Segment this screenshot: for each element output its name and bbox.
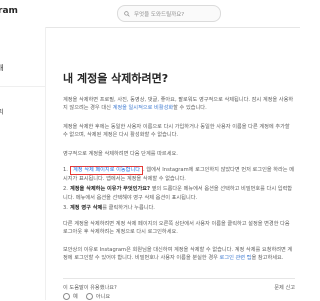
second-paragraph: 계정을 삭제한 후에는 동일한 사용자 이름으로 다시 가입하거나 동일한 사용… xyxy=(63,124,290,139)
report-problem-link[interactable]: 문제 신고 xyxy=(274,284,295,291)
radio-yes-icon[interactable] xyxy=(63,293,70,300)
step-2-bold: 계정을 삭제하는 이유가 무엇인가요? xyxy=(70,186,151,193)
security-tail: 을 참고하세요. xyxy=(251,255,284,262)
steps-list: 1. 계정 삭제 페이지로 이동합니다. 웹에서 Instagram에 로그인하지… xyxy=(63,166,295,213)
feedback-no[interactable]: 아니요 xyxy=(85,293,111,300)
feedback-yes[interactable]: 예 xyxy=(63,293,78,300)
nav-item[interactable]: 리 xyxy=(0,107,4,116)
deactivate-link[interactable]: 계정을 일시적으로 비활성화 xyxy=(113,105,174,111)
page-title: 내 계정을 삭제하려면? xyxy=(63,72,169,85)
nav-divider xyxy=(0,86,45,87)
left-nav: 개 리 xyxy=(0,27,46,300)
intro-tail: 할 수 있습니다. xyxy=(173,105,207,112)
feedback-yes-label: 예 xyxy=(73,294,78,300)
radio-no-icon[interactable] xyxy=(85,293,93,300)
step-1: 1. 계정 삭제 페이지로 이동합니다. 웹에서 Instagram에 로그인하지… xyxy=(63,166,294,182)
feedback-question: 이 도움말이 유용했나요? xyxy=(63,285,117,291)
nav-back-item[interactable]: 개 xyxy=(0,63,3,73)
instagram-logo[interactable]: ram xyxy=(0,6,18,16)
other-account-paragraph: 다른 계정을 삭제하려면 계정 삭제 페이지의 오른쪽 상단에서 사용자 이름을… xyxy=(63,221,290,236)
delete-account-page-link[interactable]: 계정 삭제 페이지로 이동합니다 xyxy=(70,166,143,175)
step-2: 2. 계정을 삭제하는 이유가 무엇인가요? 옆의 드롭다운 메뉴에서 옵션을 선… xyxy=(63,186,293,201)
feedback-options: 예 아니요 xyxy=(63,293,110,300)
step-3-text: 를 클릭하거나 누릅니다. xyxy=(102,205,155,212)
step-3: 3. 계정 영구 삭제를 클릭하거나 누릅니다. xyxy=(63,205,155,212)
login-tips-link[interactable]: 로그인 관련 팁 xyxy=(220,255,252,261)
feedback-no-label: 아니요 xyxy=(95,294,111,300)
intro-paragraph: 계정을 삭제하면 프로필, 사진, 동영상, 댓글, 좋아요, 팔로워도 영구적… xyxy=(63,96,295,113)
article: 내 계정을 삭제하려면? 계정을 삭제하면 프로필, 사진, 동영상, 댓글, … xyxy=(63,0,295,300)
step-3-bold: 계정 영구 삭제 xyxy=(70,205,103,212)
steps-intro: 영구적으로 계정을 삭제하려면 다음 단계를 따르세요. xyxy=(63,151,178,157)
security-paragraph: 보안상의 이유로 Instagram은 회원님을 대신하여 계정을 삭제할 수 … xyxy=(63,246,295,263)
